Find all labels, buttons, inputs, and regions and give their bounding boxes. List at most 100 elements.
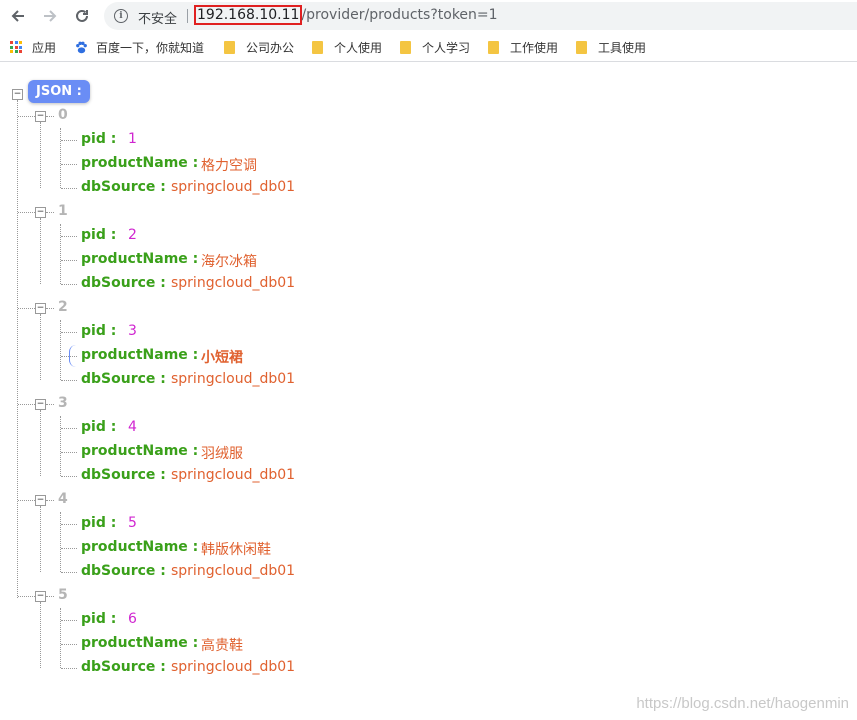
text-cursor-bracket bbox=[69, 345, 76, 367]
key-db-source: dbSource : bbox=[81, 275, 166, 291]
key-pid: pid : bbox=[81, 131, 117, 147]
value-pid: 4 bbox=[128, 419, 137, 435]
tree-branch-line bbox=[61, 260, 77, 261]
baidu-paw-icon bbox=[76, 41, 87, 53]
key-pid: pid : bbox=[81, 611, 117, 627]
key-product-name: productName : bbox=[81, 539, 199, 555]
url-text[interactable]: 192.168.10.11/provider/products?token=1 bbox=[194, 5, 498, 25]
bookmark-apps[interactable]: 应用 bbox=[10, 39, 56, 55]
tree-guide-line bbox=[17, 100, 18, 598]
bookmark-baidu[interactable]: 百度一下，你就知道 bbox=[75, 39, 204, 55]
tree-guide-line bbox=[60, 320, 61, 380]
key-product-name: productName : bbox=[81, 347, 199, 363]
tree-branch-line bbox=[61, 380, 77, 381]
collapse-toggle-item[interactable]: − bbox=[35, 303, 46, 314]
tree-branch-line bbox=[61, 284, 77, 285]
collapse-toggle-item[interactable]: − bbox=[35, 591, 46, 602]
bookmark-folder-personal-use[interactable]: 个人使用 bbox=[312, 39, 382, 55]
watermark: https://blog.csdn.net/haogenmin bbox=[636, 695, 849, 712]
value-pid: 2 bbox=[128, 227, 137, 243]
tree-branch-line bbox=[61, 164, 77, 165]
url-host-highlighted: 192.168.10.11 bbox=[194, 5, 303, 25]
key-product-name: productName : bbox=[81, 251, 199, 267]
tree-guide-line bbox=[60, 608, 61, 668]
value-db-source: springcloud_db01 bbox=[171, 371, 296, 387]
value-db-source: springcloud_db01 bbox=[171, 179, 296, 195]
tree-branch-line bbox=[61, 668, 77, 669]
tree-branch-line bbox=[61, 140, 77, 141]
key-db-source: dbSource : bbox=[81, 371, 166, 387]
value-db-source: springcloud_db01 bbox=[171, 659, 296, 675]
tree-branch-line bbox=[18, 500, 35, 501]
tree-branch-line bbox=[61, 620, 77, 621]
value-product-name: 小短裙 bbox=[201, 350, 243, 366]
collapse-toggle-root[interactable]: − bbox=[12, 89, 23, 100]
tree-guide-line bbox=[40, 506, 41, 572]
tree-branch-line bbox=[46, 308, 54, 309]
folder-icon bbox=[576, 40, 587, 54]
folder-icon bbox=[224, 40, 235, 54]
collapse-toggle-item[interactable]: − bbox=[35, 207, 46, 218]
array-index: 5 bbox=[58, 587, 68, 603]
bookmark-label: 个人学习 bbox=[422, 40, 471, 55]
value-pid: 6 bbox=[128, 611, 137, 627]
browser-toolbar: i 不安全 192.168.10.11/provider/products?to… bbox=[0, 0, 857, 33]
back-arrow-icon[interactable] bbox=[6, 4, 30, 28]
tree-branch-line bbox=[61, 332, 77, 333]
info-icon[interactable]: i bbox=[114, 9, 128, 23]
array-index: 1 bbox=[58, 203, 68, 219]
tree-branch-line bbox=[61, 644, 77, 645]
bookmark-label: 工作使用 bbox=[510, 40, 559, 55]
tree-guide-line bbox=[40, 122, 41, 188]
tree-guide-line bbox=[40, 218, 41, 284]
tree-branch-line bbox=[46, 500, 54, 501]
bookmark-label: 个人使用 bbox=[334, 40, 383, 55]
bookmarks-bar: 应用 百度一下，你就知道 公司办公 个人使用 个人学习 工作使用 工具使用 bbox=[0, 33, 857, 62]
tree-guide-line bbox=[60, 128, 61, 188]
array-index: 0 bbox=[58, 107, 68, 123]
tree-branch-line bbox=[18, 116, 35, 117]
bookmark-folder-tools[interactable]: 工具使用 bbox=[576, 39, 646, 55]
forward-arrow-icon[interactable] bbox=[38, 4, 62, 28]
bookmark-folder-personal-study[interactable]: 个人学习 bbox=[400, 39, 470, 55]
reload-icon[interactable] bbox=[70, 4, 94, 28]
value-pid: 1 bbox=[128, 131, 137, 147]
bookmark-label: 工具使用 bbox=[598, 40, 647, 55]
tree-guide-line bbox=[40, 410, 41, 476]
json-root-badge: JSON : bbox=[28, 80, 90, 103]
bookmark-folder-work[interactable]: 工作使用 bbox=[488, 39, 558, 55]
value-product-name: 格力空调 bbox=[201, 158, 257, 174]
key-db-source: dbSource : bbox=[81, 659, 166, 675]
key-product-name: productName : bbox=[81, 635, 199, 651]
tree-branch-line bbox=[18, 308, 35, 309]
bookmark-folder-company[interactable]: 公司办公 bbox=[224, 39, 294, 55]
bookmark-label: 百度一下，你就知道 bbox=[96, 40, 205, 55]
address-bar[interactable]: i 不安全 192.168.10.11/provider/products?to… bbox=[104, 2, 857, 30]
tree-branch-line bbox=[46, 116, 54, 117]
key-pid: pid : bbox=[81, 515, 117, 531]
folder-icon bbox=[400, 40, 411, 54]
collapse-toggle-item[interactable]: − bbox=[35, 399, 46, 410]
tree-branch-line bbox=[46, 404, 54, 405]
key-db-source: dbSource : bbox=[81, 467, 166, 483]
collapse-toggle-item[interactable]: − bbox=[35, 111, 46, 122]
value-product-name: 羽绒服 bbox=[201, 446, 243, 462]
value-product-name: 海尔冰箱 bbox=[201, 254, 257, 270]
collapse-toggle-item[interactable]: − bbox=[35, 495, 46, 506]
bookmark-label: 应用 bbox=[32, 40, 57, 55]
tree-branch-line bbox=[18, 404, 35, 405]
key-db-source: dbSource : bbox=[81, 179, 166, 195]
tree-branch-line bbox=[61, 428, 77, 429]
tree-branch-line bbox=[61, 572, 77, 573]
tree-branch-line bbox=[46, 212, 54, 213]
tree-branch-line bbox=[61, 188, 77, 189]
key-product-name: productName : bbox=[81, 155, 199, 171]
array-index: 2 bbox=[58, 299, 68, 315]
array-index: 3 bbox=[58, 395, 68, 411]
tree-guide-line bbox=[60, 416, 61, 476]
tree-branch-line bbox=[61, 476, 77, 477]
tree-guide-line bbox=[40, 602, 41, 668]
tree-branch-line bbox=[46, 596, 54, 597]
security-label[interactable]: 不安全 bbox=[138, 8, 177, 27]
key-pid: pid : bbox=[81, 227, 117, 243]
